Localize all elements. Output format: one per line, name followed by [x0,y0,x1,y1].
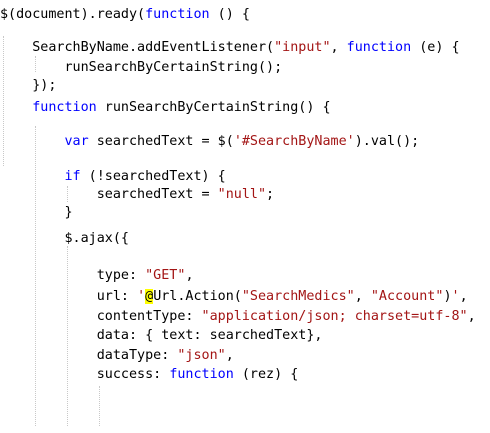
code-editor[interactable]: $(document).ready(function () { SearchBy… [0,0,490,433]
code-token: runSearchByCertainString(); [0,60,283,75]
code-token: }); [0,78,57,93]
code-line: $.ajax({ [0,229,129,249]
keyword-token: if [64,169,81,184]
code-token: (rez) { [233,367,299,382]
keyword-token: function [145,7,210,22]
code-token: ).val(); [354,134,420,149]
code-token: searchedText = $( [88,134,234,149]
code-token: ) [443,289,452,304]
code-token: url: [0,289,138,304]
code-token: } [0,205,73,220]
code-line: dataType: "json", [0,346,234,366]
code-line: success: function (rez) { [0,365,299,385]
keyword-token: function [346,40,412,55]
code-line: url: '@Url.Action("SearchMedics", "Accou… [0,287,468,307]
code-token: success: [0,367,170,382]
code-token: data: { text: searchedText}, [0,328,323,343]
code-line: }); [0,76,56,96]
code-line: function runSearchByCertainString() { [0,98,331,118]
string-token: "application/json; charset=utf-8" [201,309,468,324]
indent-guide-level-4-success [99,386,100,426]
code-line: type: "GET", [0,266,194,286]
code-token: (e) { [411,40,460,55]
code-token: ; [266,187,275,202]
code-token: () { [209,7,250,22]
code-line: SearchByName.addEventListener("input", f… [0,38,460,58]
code-token: $.ajax({ [0,231,129,246]
string-token: "json" [177,348,226,363]
string-token: '#SearchByName' [233,134,355,149]
code-token: , [185,268,194,283]
code-line: runSearchByCertainString(); [0,58,282,78]
razor-at-token: @ [145,289,154,304]
keyword-token: function [169,367,234,382]
code-line: if (!searchedText) { [0,167,226,187]
code-token: contentType: [0,309,202,324]
code-token: runSearchByCertainString() { [96,100,331,115]
code-token: , [330,40,347,55]
string-token: "GET" [145,268,186,283]
string-token: ' [451,289,460,304]
code-token: Url.Action( [153,289,242,304]
keyword-token: function [32,100,97,115]
code-token: SearchByName.addEventListener( [0,40,275,55]
code-line: searchedText = "null"; [0,185,274,205]
string-token: "null" [217,187,267,202]
string-token: "SearchMedics" [241,289,355,304]
code-token: searchedText = [0,187,218,202]
string-token: ' [137,289,146,304]
code-line: $(document).ready(function () { [0,5,250,25]
code-token: (!searchedText) { [80,169,226,184]
code-line: } [0,203,73,223]
code-token: , [354,289,371,304]
string-token: "Account" [370,289,444,304]
code-token: , [459,289,468,304]
keyword-token: var [64,134,89,149]
code-token: $(document).ready( [0,7,146,22]
code-token: , [225,348,234,363]
code-line: data: { text: searchedText}, [0,326,323,346]
string-token: "input" [274,40,331,55]
code-line: contentType: "application/json; charset=… [0,307,476,327]
code-token: , [467,309,476,324]
code-line: var searchedText = $('#SearchByName').va… [0,132,420,152]
code-token: dataType: [0,348,178,363]
code-token: type: [0,268,146,283]
